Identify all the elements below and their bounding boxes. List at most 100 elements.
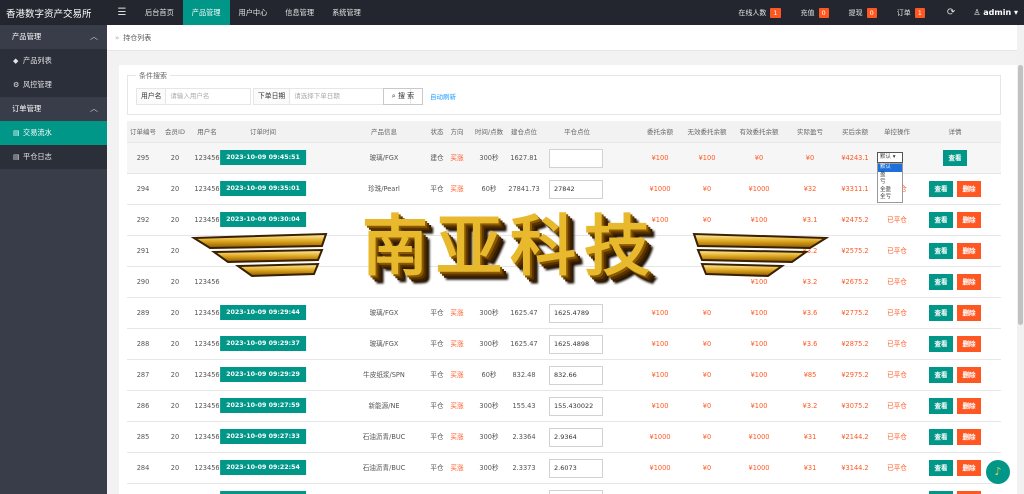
cell-entrust: ¥100	[651, 216, 669, 224]
close-position-input[interactable]: 1625.4789	[549, 304, 603, 323]
stat-badge: 1	[914, 7, 925, 18]
nav-user-center[interactable]: 用户中心	[230, 0, 277, 25]
refresh-icon[interactable]: ⟳	[947, 7, 955, 18]
float-audio-button[interactable]: ♪	[986, 460, 1010, 484]
cell-user: 123456	[194, 216, 220, 224]
close-position-input[interactable]: 2.9364	[549, 428, 603, 447]
nav-info[interactable]: 信息管理	[276, 0, 323, 25]
cell-entrust: ¥100	[651, 309, 669, 317]
delete-button[interactable]: 删除	[957, 181, 981, 197]
column-header: 会员ID	[165, 128, 185, 136]
column-header: 有效委托余额	[739, 128, 779, 136]
sidebar-item-trades[interactable]: ▤ 交易流水	[0, 121, 107, 145]
sidebar-item-product-list[interactable]: ◆ 产品列表	[0, 49, 107, 73]
table-row: 292 20 123456 2023-10-09 09:30:04 ¥100 ¥0 ¥100…	[127, 205, 1001, 236]
username-field: 用户名 请输入用户名	[136, 88, 252, 105]
control-option[interactable]: 盈	[878, 172, 902, 180]
view-button[interactable]: 查看	[929, 336, 953, 352]
cell-dir: 买涨	[450, 464, 464, 472]
stat-deposit[interactable]: 充值 0	[801, 7, 829, 18]
close-position-input[interactable]: 1625.4898	[549, 335, 603, 354]
hamburger-icon[interactable]: ☰	[108, 7, 136, 18]
control-select[interactable]: 默认 ▾	[877, 152, 903, 163]
top-right: 在线人数 1 充值 0 提现 0 订单 1 ⟳ ♙ admin ▾	[718, 0, 1024, 25]
close-position-input[interactable]: 27842	[549, 180, 603, 199]
order-time-badge: 2023-10-09 09:27:33	[220, 429, 306, 444]
cell-id: 284	[136, 464, 150, 472]
cell-after: ¥2975.2	[841, 371, 869, 379]
sidebar-group-product[interactable]: 产品管理 ︿	[0, 25, 107, 49]
username-label: 用户名	[136, 88, 166, 105]
cell-dir: 买涨	[450, 484, 463, 494]
close-position-input[interactable]: 2.6073	[549, 459, 603, 478]
close-position-input[interactable]: 155.430022	[549, 397, 603, 416]
column-header: 时间/点数	[474, 128, 504, 136]
view-button[interactable]: 查看	[929, 398, 953, 414]
sidebar: 产品管理 ︿ ◆ 产品列表 ⚙ 风控管理 订单管理 ︿ ▤ 交易流水 ▤ 平仓日志	[0, 25, 107, 494]
view-button[interactable]: 查看	[929, 429, 953, 445]
cell-id: 291	[136, 247, 150, 255]
stat-online[interactable]: 在线人数 1	[738, 7, 781, 18]
user-menu[interactable]: ♙ admin ▾	[973, 8, 1018, 17]
view-button[interactable]: 查看	[929, 367, 953, 383]
control-option[interactable]: 全盈	[878, 187, 902, 195]
delete-button[interactable]: 删除	[957, 243, 981, 259]
delete-button[interactable]: 删除	[957, 367, 981, 383]
sidebar-item-risk[interactable]: ⚙ 风控管理	[0, 73, 107, 97]
nav-product[interactable]: 产品管理	[182, 0, 230, 25]
view-button[interactable]: 查看	[929, 243, 953, 259]
close-position-input[interactable]	[549, 149, 603, 168]
auto-refresh-link[interactable]: 自动刷新	[430, 91, 456, 101]
sidebar-item-close-log[interactable]: ▤ 平仓日志	[0, 145, 107, 169]
stat-badge: 1	[770, 7, 781, 18]
view-button[interactable]: 查看	[943, 150, 967, 166]
delete-button[interactable]: 删除	[957, 460, 981, 476]
cell-entrust: ¥1000	[649, 185, 671, 193]
control-option[interactable]: 亏	[878, 179, 902, 187]
stat-orders[interactable]: 订单 1	[896, 7, 925, 18]
stat-withdraw[interactable]: 提现 0	[849, 7, 877, 18]
view-button[interactable]: 查看	[929, 181, 953, 197]
delete-button[interactable]: 删除	[957, 212, 981, 228]
order-time-badge: 2023-10-09 09:29:29	[220, 367, 306, 382]
cell-valid: ¥1000	[748, 433, 770, 441]
chevron-up-icon: ︿	[90, 32, 98, 41]
order-time-badge: 2023-10-09 09:22:54	[220, 460, 306, 475]
nav-home[interactable]: 后台首页	[136, 0, 183, 25]
cell-status: 平仓	[430, 484, 443, 494]
view-button[interactable]: 查看	[929, 460, 953, 476]
table-header: 订单编号 会员ID 用户名 订单时间 产品信息 状态 方向 时间/点数 建仓点位 平仓点位 委托余额…	[127, 121, 1001, 143]
cell-after: ¥3311.1	[841, 185, 869, 193]
sidebar-group-order[interactable]: 订单管理 ︿	[0, 97, 107, 121]
cell-after: ¥4243.1	[841, 154, 869, 162]
delete-button[interactable]: 删除	[957, 429, 981, 445]
cell-invalid: ¥0	[703, 484, 711, 494]
stat-label: 订单	[896, 8, 911, 17]
scroll-thumb[interactable]	[1018, 65, 1023, 325]
cell-open: 26.19	[515, 484, 534, 494]
delete-button[interactable]: 删除	[957, 305, 981, 321]
delete-button[interactable]: 删除	[957, 398, 981, 414]
closed-status: 已平仓	[887, 464, 907, 472]
cell-entrust: ¥100	[651, 154, 669, 162]
cell-after: ¥3144.2	[841, 464, 869, 472]
control-option[interactable]: 默认	[878, 164, 902, 172]
control-option[interactable]: 全亏	[878, 194, 902, 202]
cell-dir: 买涨	[450, 433, 464, 441]
search-button[interactable]: ⌕ 搜 索	[383, 88, 423, 105]
username-input[interactable]: 请输入用户名	[165, 88, 252, 105]
close-position-input[interactable]: 832.66	[549, 366, 603, 385]
delete-button[interactable]: 删除	[957, 274, 981, 290]
close-position-input[interactable]: 26.57	[549, 490, 603, 494]
view-button[interactable]: 查看	[929, 305, 953, 321]
delete-button[interactable]: 删除	[957, 336, 981, 352]
main-content: » 持仓列表 条件搜索 用户名 请输入用户名 下单日期 请选择下单日期 ⌕ 搜 索…	[107, 25, 1024, 494]
nav-system[interactable]: 系统管理	[323, 0, 370, 25]
cell-invalid: ¥0	[702, 402, 712, 410]
doc-icon: ▤	[13, 153, 20, 161]
order-time-badge: 2023-10-09 09:45:51	[220, 150, 306, 165]
page-scrollbar[interactable]	[1017, 25, 1024, 494]
view-button[interactable]: 查看	[929, 274, 953, 290]
date-label: 下单日期	[253, 88, 290, 105]
view-button[interactable]: 查看	[929, 212, 953, 228]
